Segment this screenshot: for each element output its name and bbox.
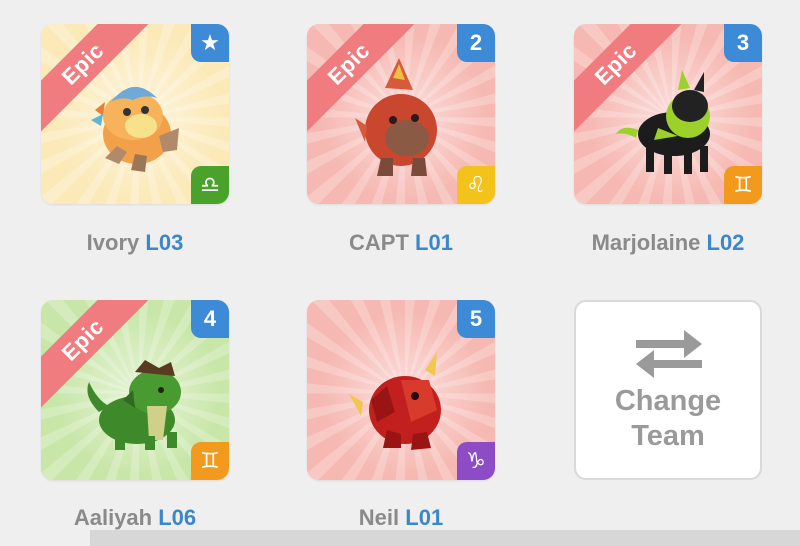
swap-arrows-icon xyxy=(636,330,702,378)
change-team-button[interactable]: Change Team xyxy=(574,300,762,480)
change-team-label: Change Team xyxy=(614,385,722,452)
bottom-scrollbar[interactable] xyxy=(90,530,800,546)
pet-card-ivory[interactable]: Epic ★ ♎ xyxy=(41,24,229,204)
team-slot-badge: 3 xyxy=(724,24,762,62)
leo-zodiac-icon: ♌ xyxy=(457,166,495,204)
pet-card-neil[interactable]: 5 ♑ xyxy=(307,300,495,480)
team-slot-badge: 4 xyxy=(191,300,229,338)
pet-card-capt[interactable]: Epic 2 ♌ xyxy=(307,24,495,204)
neil-creature-image xyxy=(349,352,441,450)
capricorn-zodiac-icon: ♑ xyxy=(457,442,495,480)
team-slot-badge: 2 xyxy=(457,24,495,62)
pet-name-marjolaine: Marjolaine L02 xyxy=(591,230,745,255)
pet-name-ivory: Ivory L03 xyxy=(86,230,184,255)
pet-card-marjolaine[interactable]: Epic 3 ♊ xyxy=(574,24,762,204)
pet-name-capt: CAPT L01 xyxy=(349,230,453,255)
gemini-zodiac-icon: ♊ xyxy=(724,166,762,204)
libra-zodiac-icon: ♎ xyxy=(191,166,229,204)
pet-name-neil: Neil L01 xyxy=(358,505,444,530)
pet-card-aaliyah[interactable]: Epic 4 ♊ xyxy=(41,300,229,480)
pet-name-aaliyah: Aaliyah L06 xyxy=(73,505,197,530)
team-slot-badge: 5 xyxy=(457,300,495,338)
gemini-zodiac-icon: ♊ xyxy=(191,442,229,480)
favorite-star-badge: ★ xyxy=(191,24,229,62)
